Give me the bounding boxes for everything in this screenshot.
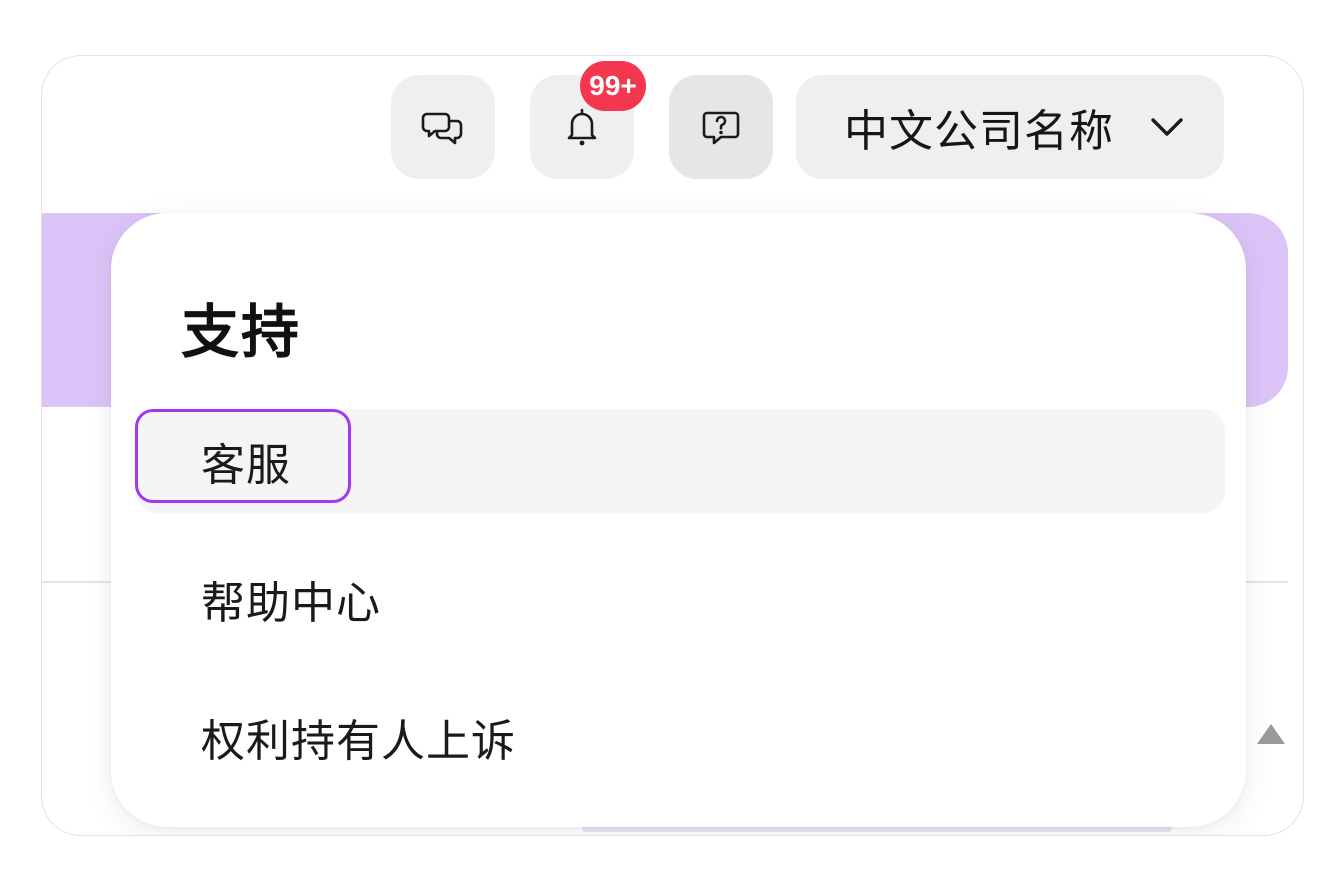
support-dropdown: 支持 客服 帮助中心 权利持有人上诉	[111, 213, 1246, 827]
chat-button[interactable]	[391, 75, 495, 179]
menu-item-label: 帮助中心	[201, 578, 381, 629]
menu-item-label: 权利持有人上诉	[201, 716, 516, 767]
dropdown-title: 支持	[181, 298, 302, 366]
chat-bubbles-icon	[421, 112, 463, 145]
menu-item-rights-holder-appeal[interactable]: 权利持有人上诉	[135, 685, 1225, 789]
account-name: 中文公司名称	[844, 106, 1114, 157]
app-window: 99+ 中文公司名称 支持 客服 帮助中心 权利持有人上诉	[41, 55, 1304, 836]
support-button[interactable]	[669, 75, 773, 179]
menu-item-customer-service[interactable]: 客服	[135, 409, 1225, 513]
scroll-up-icon[interactable]	[1257, 724, 1285, 744]
menu-item-help-center[interactable]: 帮助中心	[135, 547, 1225, 651]
bell-icon	[567, 108, 597, 146]
account-switcher[interactable]: 中文公司名称	[796, 75, 1224, 179]
chevron-down-icon	[1151, 118, 1183, 136]
notification-badge: 99+	[580, 61, 646, 111]
help-question-icon	[702, 111, 740, 145]
menu-item-label: 客服	[201, 440, 291, 491]
